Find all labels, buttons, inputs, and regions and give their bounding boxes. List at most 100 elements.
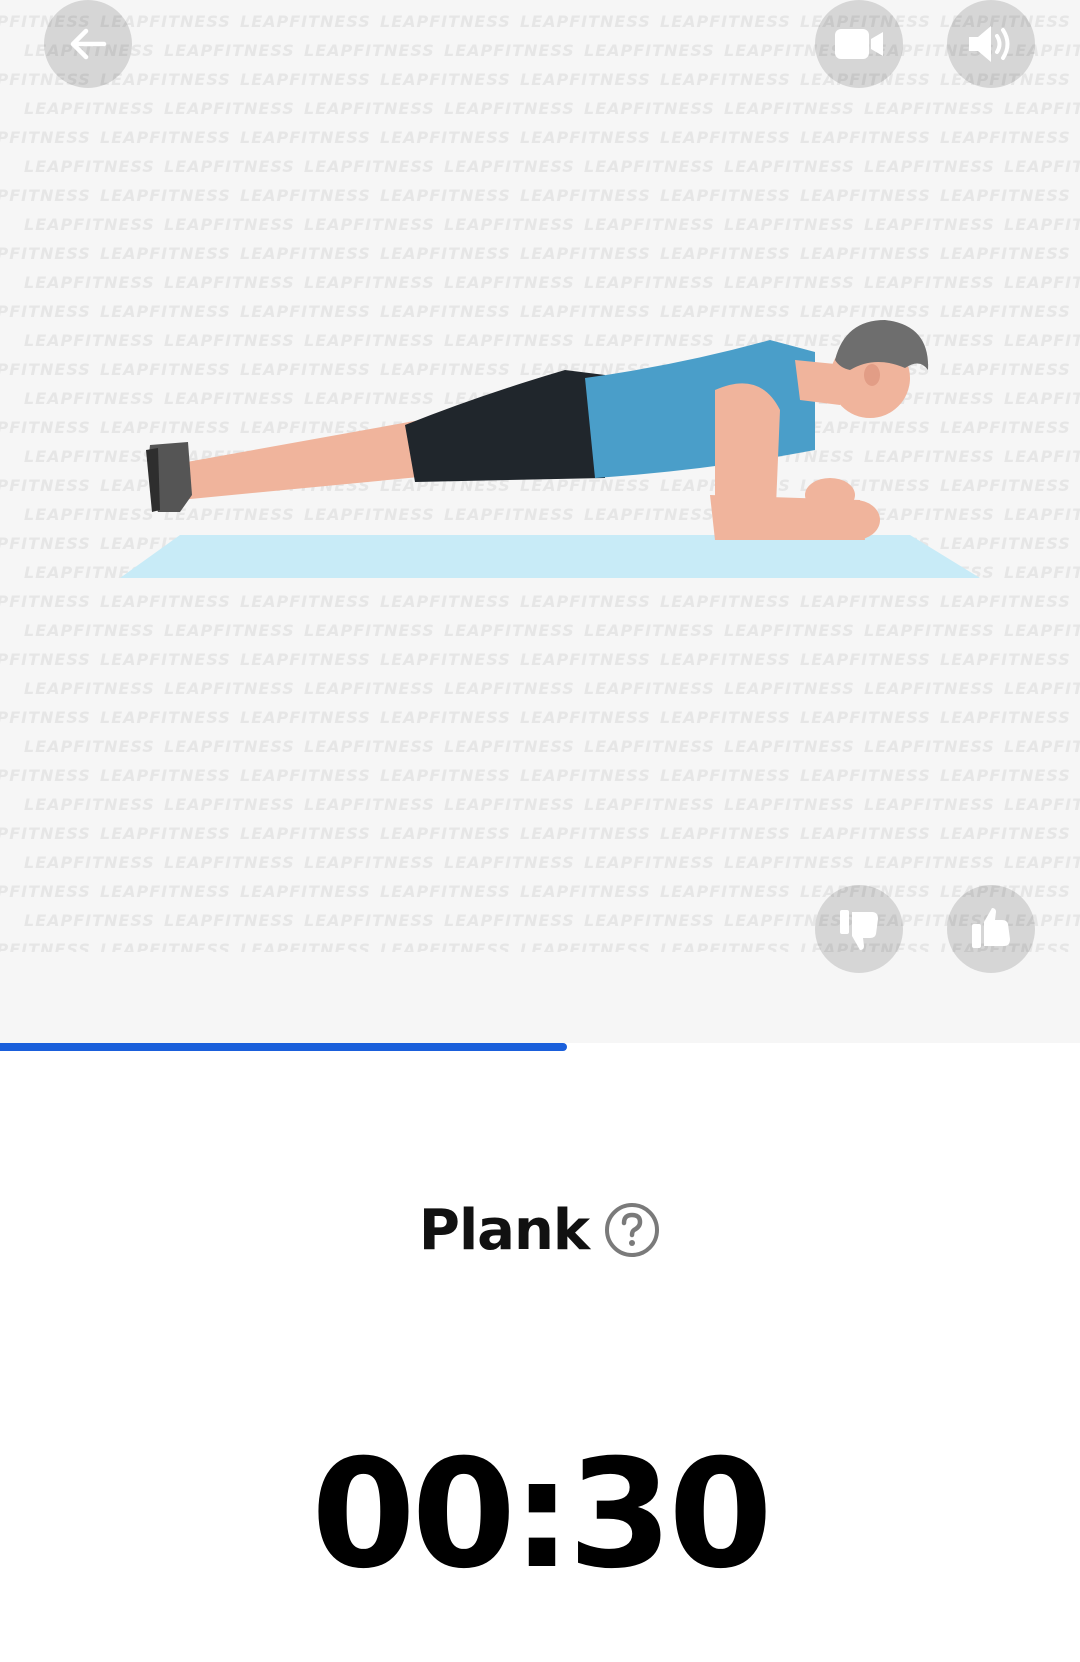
watermark-text: LEAPFITNESS xyxy=(864,737,995,756)
watermark-text: LEAPFITNESS xyxy=(520,650,651,669)
watermark-text: LEAPFITNESS xyxy=(100,824,231,843)
watermark-text: LEAPFITNESS xyxy=(24,737,155,756)
watermark-text: LEAPFITNESS xyxy=(444,679,575,698)
exercise-title-row: Plank xyxy=(0,1190,1080,1270)
watermark-row: LEAPFITNESS LEAPFITNESS LEAPFITNESS LEAPFIT… xyxy=(0,650,1080,669)
watermark-row: LEAPFITNESS LEAPFITNESS LEAPFITNESS LEAPFIT… xyxy=(0,824,1080,843)
watermark-row: LEAPFITNESS LEAPFITNESS LEAPFITNESS LEAPFIT… xyxy=(0,128,1080,147)
watermark-text: LEAPFITNESS xyxy=(240,708,371,727)
watermark-text: LEAPFITNESS xyxy=(164,99,295,118)
watermark-text: LEAPFITNESS xyxy=(940,766,1071,785)
watermark-text: LEAPFITNESS xyxy=(24,853,155,872)
watermark-text: LEAPFITNESS xyxy=(0,650,91,669)
watermark-text: LEAPFITNESS xyxy=(864,679,995,698)
watermark-text: LEAPFITNESS xyxy=(0,244,91,263)
watermark-text: LEAPFITNESS xyxy=(660,12,791,31)
watermark-text: LEAPFITNESS xyxy=(940,128,1071,147)
watermark-text: LEAPFITNESS xyxy=(1004,853,1080,872)
watermark-text: LEAPFITNESS xyxy=(164,737,295,756)
help-button[interactable] xyxy=(603,1201,661,1259)
watermark-text: LEAPFITNESS xyxy=(724,795,855,814)
watermark-text: LEAPFITNESS xyxy=(660,708,791,727)
watermark-text: LEAPFITNESS xyxy=(380,708,511,727)
watermark-text: LEAPFITNESS xyxy=(240,824,371,843)
watermark-text: LEAPFITNESS xyxy=(240,186,371,205)
watermark-text: LEAPFITNESS xyxy=(164,795,295,814)
watermark-text: LEAPFITNESS xyxy=(304,41,435,60)
watermark-text: LEAPFITNESS xyxy=(724,99,855,118)
watermark-row: LEAPFITNESS LEAPFITNESS LEAPFITNESS LEAPFIT… xyxy=(0,12,1080,31)
watermark-text: LEAPFITNESS xyxy=(304,795,435,814)
like-button[interactable] xyxy=(947,885,1035,973)
watermark-text: LEAPFITNESS xyxy=(940,708,1071,727)
watermark-text: LEAPFITNESS xyxy=(1004,157,1080,176)
watermark-text: LEAPFITNESS xyxy=(380,128,511,147)
watermark-text: LEAPFITNESS xyxy=(800,186,931,205)
watermark-text: LEAPFITNESS xyxy=(164,679,295,698)
watermark-row: LEAPFITNESS LEAPFITNESS LEAPFITNESS LEAPFIT… xyxy=(24,679,1080,698)
watermark-text: LEAPFITNESS xyxy=(864,157,995,176)
watermark-text: LEAPFITNESS xyxy=(520,824,651,843)
watermark-text: LEAPFITNESS xyxy=(240,940,371,952)
watermark-text: LEAPFITNESS xyxy=(520,70,651,89)
watermark-text: LEAPFITNESS xyxy=(724,215,855,234)
watermark-text: LEAPFITNESS xyxy=(164,911,295,930)
dislike-button[interactable] xyxy=(815,885,903,973)
watermark-text: LEAPFITNESS xyxy=(584,911,715,930)
watermark-text: LEAPFITNESS xyxy=(100,128,231,147)
watermark-text: LEAPFITNESS xyxy=(304,621,435,640)
watermark-text: LEAPFITNESS xyxy=(520,708,651,727)
watermark-row: LEAPFITNESS LEAPFITNESS LEAPFITNESS LEAPFIT… xyxy=(24,99,1080,118)
watermark-row: LEAPFITNESS LEAPFITNESS LEAPFITNESS LEAPFIT… xyxy=(0,244,1080,263)
watermark-text: LEAPFITNESS xyxy=(444,41,575,60)
exercise-name: Plank xyxy=(418,1197,590,1263)
watermark-text: LEAPFITNESS xyxy=(1004,679,1080,698)
watermark-text: LEAPFITNESS xyxy=(660,766,791,785)
watermark-text: LEAPFITNESS xyxy=(584,621,715,640)
watermark-text: LEAPFITNESS xyxy=(380,650,511,669)
video-button[interactable] xyxy=(815,0,903,88)
watermark-row: LEAPFITNESS LEAPFITNESS LEAPFITNESS LEAPFIT… xyxy=(0,882,1080,901)
watermark-text: LEAPFITNESS xyxy=(584,737,715,756)
watermark-text: LEAPFITNESS xyxy=(164,273,295,292)
watermark-text: LEAPFITNESS xyxy=(800,824,931,843)
watermark-text: LEAPFITNESS xyxy=(240,244,371,263)
watermark-text: LEAPFITNESS xyxy=(584,41,715,60)
watermark-text: LEAPFITNESS xyxy=(444,853,575,872)
watermark-text: LEAPFITNESS xyxy=(24,911,155,930)
watermark-text: LEAPFITNESS xyxy=(584,273,715,292)
back-button[interactable] xyxy=(44,0,132,88)
watermark-text: LEAPFITNESS xyxy=(444,99,575,118)
watermark-text: LEAPFITNESS xyxy=(584,795,715,814)
watermark-text: LEAPFITNESS xyxy=(800,650,931,669)
watermark-text: LEAPFITNESS xyxy=(380,824,511,843)
watermark-text: LEAPFITNESS xyxy=(164,157,295,176)
watermark-row: LEAPFITNESS LEAPFITNESS LEAPFITNESS LEAPFIT… xyxy=(24,215,1080,234)
watermark-text: LEAPFITNESS xyxy=(800,244,931,263)
watermark-text: LEAPFITNESS xyxy=(380,186,511,205)
exercise-illustration-area: LEAPFITNESS LEAPFITNESS LEAPFITNESS LEAPFIT… xyxy=(0,0,1080,1043)
watermark-text: LEAPFITNESS xyxy=(864,853,995,872)
watermark-text: LEAPFITNESS xyxy=(240,128,371,147)
watermark-text: LEAPFITNESS xyxy=(100,940,231,952)
watermark-text: LEAPFITNESS xyxy=(660,128,791,147)
watermark-text: LEAPFITNESS xyxy=(100,766,231,785)
watermark-text: LEAPFITNESS xyxy=(304,215,435,234)
watermark-text: LEAPFITNESS xyxy=(304,737,435,756)
sound-button[interactable] xyxy=(947,0,1035,88)
watermark-text: LEAPFITNESS xyxy=(0,186,91,205)
watermark-text: LEAPFITNESS xyxy=(1004,273,1080,292)
watermark-text: LEAPFITNESS xyxy=(304,911,435,930)
watermark-text: LEAPFITNESS xyxy=(660,882,791,901)
watermark-text: LEAPFITNESS xyxy=(304,157,435,176)
watermark-text: LEAPFITNESS xyxy=(864,215,995,234)
watermark-text: LEAPFITNESS xyxy=(520,766,651,785)
watermark-text: LEAPFITNESS xyxy=(0,940,91,952)
countdown-timer: 00:30 xyxy=(311,1428,772,1602)
watermark-row: LEAPFITNESS LEAPFITNESS LEAPFITNESS LEAPFIT… xyxy=(24,621,1080,640)
watermark-text: LEAPFITNESS xyxy=(584,853,715,872)
progress-fill xyxy=(0,1043,567,1051)
watermark-text: LEAPFITNESS xyxy=(0,824,91,843)
watermark-text: LEAPFITNESS xyxy=(240,650,371,669)
watermark-text: LEAPFITNESS xyxy=(520,882,651,901)
